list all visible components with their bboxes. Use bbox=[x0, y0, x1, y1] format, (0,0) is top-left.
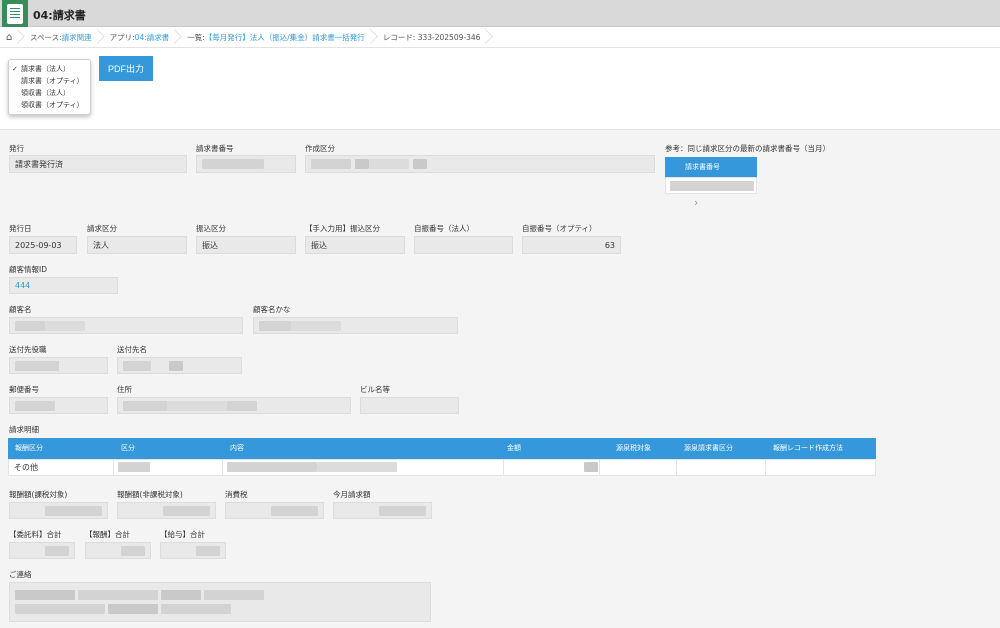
invoice-number-label: 請求書番号 bbox=[196, 144, 234, 153]
fee-taxable-label: 報酬額(課税対象) bbox=[9, 490, 68, 499]
reference-table-header: 請求書番号 bbox=[665, 157, 757, 177]
customer-id-label: 顧客情報ID bbox=[9, 265, 47, 274]
pdf-output-button[interactable]: PDF出力 bbox=[99, 56, 153, 81]
reference-label: 参考：同じ請求区分の最新の請求書番号（当月） bbox=[665, 144, 830, 153]
monthly-total-label: 今月請求額 bbox=[333, 490, 371, 499]
dropdown-option[interactable]: 請求書（法人） bbox=[9, 63, 90, 75]
contact-field bbox=[9, 582, 431, 622]
column-header: 内容 bbox=[230, 444, 244, 452]
customer-id-field: 444 bbox=[9, 277, 118, 294]
building-field bbox=[360, 397, 459, 414]
breadcrumb-app-link[interactable]: 04:請求書 bbox=[135, 32, 170, 43]
address-field bbox=[117, 397, 351, 414]
app-title: 04:請求書 bbox=[33, 9, 86, 22]
commission-total-field bbox=[9, 542, 75, 559]
consumption-tax-label: 消費税 bbox=[225, 490, 248, 499]
dropdown-option[interactable]: 領収書（法人） bbox=[9, 87, 90, 99]
salary-total-field bbox=[160, 542, 226, 559]
invoice-number-field bbox=[196, 155, 296, 173]
billing-type-label: 請求区分 bbox=[87, 224, 117, 233]
reference-table-cell bbox=[665, 177, 757, 194]
salary-total-label: 【給与】合計 bbox=[160, 530, 205, 539]
chevron-right-icon[interactable]: › bbox=[694, 196, 698, 209]
column-header: 源泉税対象 bbox=[616, 444, 651, 452]
details-cell-type: その他 bbox=[14, 463, 38, 472]
details-cell-content bbox=[227, 462, 397, 477]
customer-name-label: 顧客名 bbox=[9, 305, 32, 314]
breadcrumb: ⌂ スペース: 請求関連 アプリ: 04:請求書 一覧: 【毎月発行】法人（振込… bbox=[0, 27, 1000, 48]
creation-type-label: 作成区分 bbox=[305, 144, 335, 153]
breadcrumb-view-link[interactable]: 【毎月発行】法人（振込/集金）請求書一括発行 bbox=[205, 32, 365, 43]
issue-field: 請求書発行済 bbox=[9, 155, 187, 173]
customer-kana-field bbox=[253, 317, 458, 334]
fee-taxable-field bbox=[9, 502, 108, 519]
send-name-label: 送付先名 bbox=[117, 345, 147, 354]
postal-code-field bbox=[9, 397, 108, 414]
auto-number-corp-field bbox=[414, 236, 513, 254]
creation-type-field bbox=[305, 155, 655, 173]
consumption-tax-field bbox=[225, 502, 324, 519]
manual-transfer-type-field: 振込 bbox=[305, 236, 405, 254]
column-header: 報酬区分 bbox=[15, 444, 43, 452]
details-title: 請求明細 bbox=[9, 425, 39, 434]
home-icon[interactable]: ⌂ bbox=[0, 27, 22, 48]
address-label: 住所 bbox=[117, 385, 132, 394]
column-header: 金額 bbox=[507, 444, 521, 452]
breadcrumb-view[interactable]: 一覧: 【毎月発行】法人（振込/集金）請求書一括発行 bbox=[179, 27, 375, 48]
breadcrumb-space[interactable]: スペース: 請求関連 bbox=[22, 27, 102, 48]
billing-type-field: 法人 bbox=[87, 236, 187, 254]
postal-code-label: 郵便番号 bbox=[9, 385, 39, 394]
issue-date-field: 2025-09-03 bbox=[9, 236, 77, 254]
app-header bbox=[0, 0, 1000, 27]
contact-label: ご連絡 bbox=[9, 570, 32, 579]
dropdown-option[interactable]: 請求書（オプティ） bbox=[9, 75, 90, 87]
send-name-field bbox=[117, 357, 242, 374]
auto-number-opti-field: 63 bbox=[522, 236, 621, 254]
column-header: 報酬レコード作成方法 bbox=[773, 444, 843, 452]
manual-transfer-type-label: 【手入力用】振込区分 bbox=[305, 224, 380, 233]
customer-name-field bbox=[9, 317, 243, 334]
transfer-type-label: 振込区分 bbox=[196, 224, 226, 233]
customer-id-link[interactable]: 444 bbox=[15, 281, 30, 290]
send-title-field bbox=[9, 357, 108, 374]
breadcrumb-record: レコード: 333-202509-346 bbox=[375, 27, 491, 48]
transfer-type-field: 振込 bbox=[196, 236, 296, 254]
customer-kana-label: 顧客名かな bbox=[253, 305, 291, 314]
details-table-header: 報酬区分 区分 内容 金額 源泉税対象 源泉請求書区分 報酬レコード作成方法 bbox=[8, 438, 876, 459]
commission-total-label: 【委託料】合計 bbox=[9, 530, 62, 539]
dropdown-option[interactable]: 領収書（オプティ） bbox=[9, 99, 90, 111]
breadcrumb-app[interactable]: アプリ: 04:請求書 bbox=[102, 27, 180, 48]
details-cell-amount bbox=[584, 462, 598, 477]
details-cell-category bbox=[118, 462, 150, 477]
monthly-total-field bbox=[333, 502, 432, 519]
fee-nontaxable-field bbox=[117, 502, 216, 519]
auto-number-opti-label: 自振番号（オプティ） bbox=[522, 224, 597, 233]
column-header: 源泉請求書区分 bbox=[684, 444, 733, 452]
fee-nontaxable-label: 報酬額(非課税対象) bbox=[117, 490, 183, 499]
breadcrumb-space-link[interactable]: 請求関連 bbox=[62, 32, 92, 43]
send-title-label: 送付先役職 bbox=[9, 345, 47, 354]
table-row: その他 bbox=[8, 459, 876, 476]
fee-total-label: 【報酬】合計 bbox=[85, 530, 130, 539]
invoice-app-icon bbox=[2, 0, 28, 27]
building-label: ビル名等 bbox=[360, 385, 390, 394]
issue-date-label: 発行日 bbox=[9, 224, 32, 233]
issue-label: 発行 bbox=[9, 144, 24, 153]
template-dropdown[interactable]: 請求書（法人） 請求書（オプティ） 領収書（法人） 領収書（オプティ） bbox=[8, 59, 91, 115]
fee-total-field bbox=[85, 542, 151, 559]
column-header: 区分 bbox=[121, 444, 135, 452]
auto-number-corp-label: 自振番号（法人） bbox=[414, 224, 474, 233]
